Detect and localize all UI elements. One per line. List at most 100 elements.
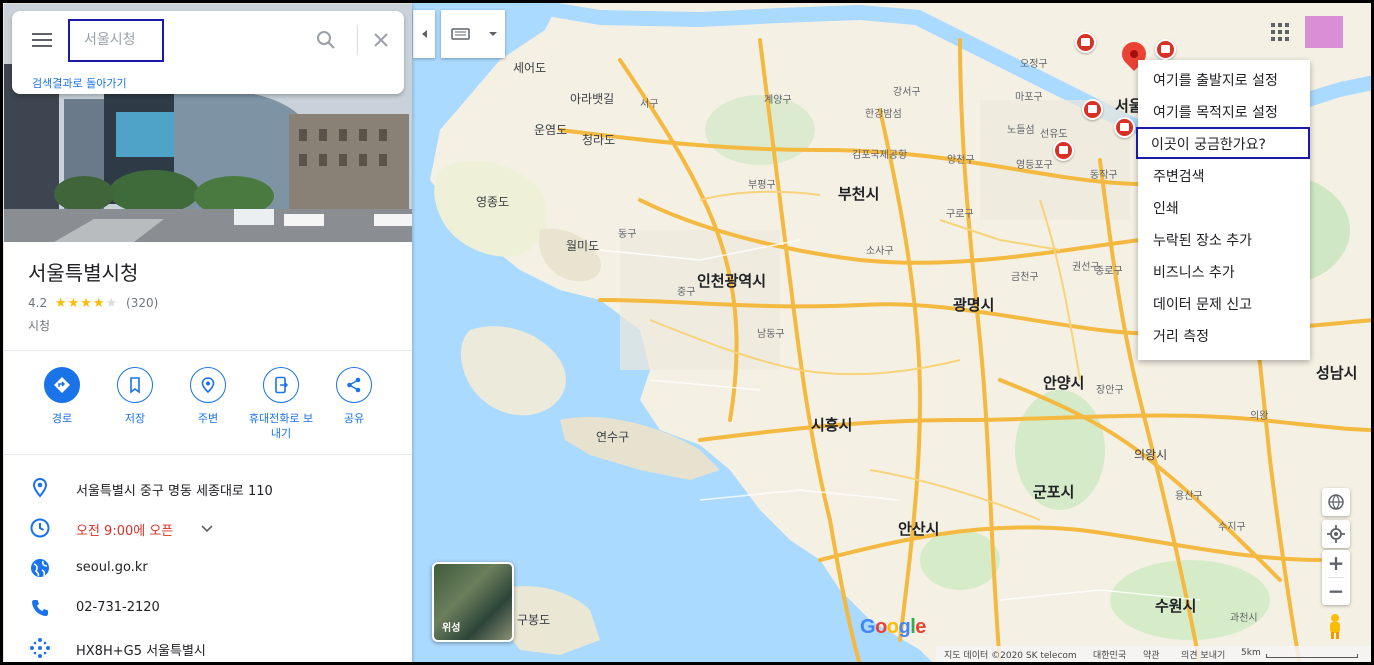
map-city-label[interactable]: 부천시 xyxy=(838,183,879,204)
country-link[interactable]: 대한민국 xyxy=(1093,648,1126,661)
chevron-down-icon[interactable] xyxy=(200,524,214,534)
satellite-label: 위성 xyxy=(442,623,461,634)
landmark-marker-icon[interactable] xyxy=(1075,32,1096,53)
map-area-label[interactable]: 연수구 xyxy=(596,428,629,445)
map-district-label[interactable]: 구로구 xyxy=(946,205,974,220)
ctx-measure-distance[interactable]: 거리 측정 xyxy=(1138,319,1310,351)
ctx-print[interactable]: 인쇄 xyxy=(1138,191,1310,223)
map-district-label[interactable]: 한강밤섬 xyxy=(865,105,902,120)
map-district-label[interactable]: 수지구 xyxy=(1218,518,1246,533)
map-district-label[interactable]: 오정구 xyxy=(1020,55,1048,70)
map-area-label[interactable]: 월미도 xyxy=(566,237,599,254)
rating-row[interactable]: 4.2 ★★★★★ (320) xyxy=(28,296,158,311)
search-icon[interactable] xyxy=(312,26,340,54)
map-district-label[interactable]: 마포구 xyxy=(1015,88,1043,103)
map-area-label[interactable]: 의왕시 xyxy=(1134,446,1167,463)
ctx-search-nearby[interactable]: 주변검색 xyxy=(1138,159,1310,191)
map-district-label[interactable]: 노들섬 xyxy=(1007,121,1035,136)
map-city-label[interactable]: 시흥시 xyxy=(811,414,852,435)
map-area-label[interactable]: 아라뱃길 xyxy=(570,90,614,107)
website-row[interactable]: seoul.go.kr xyxy=(28,556,398,580)
map-district-label[interactable]: 영등포구 xyxy=(1016,156,1053,171)
map-district-label[interactable]: 용산구 xyxy=(1175,487,1203,502)
map-district-label[interactable]: 부평구 xyxy=(748,176,776,191)
street-view-pegman-icon[interactable] xyxy=(1324,612,1346,640)
address-row[interactable]: 서울특별시 중구 명동 세종대로 110 xyxy=(28,476,398,500)
zoom-out-button[interactable]: − xyxy=(1322,578,1350,605)
map-district-label[interactable]: 동작구 xyxy=(1090,166,1118,181)
ctx-add-business[interactable]: 비즈니스 추가 xyxy=(1138,255,1310,287)
feedback-link[interactable]: 의견 보내기 xyxy=(1181,648,1225,661)
ctx-report-data-problem[interactable]: 데이터 문제 신고 xyxy=(1138,287,1310,319)
map-district-label[interactable]: 동구 xyxy=(618,225,636,240)
action-buttons: 경로 저장 주변 휴대전화로 보내기 공유 xyxy=(20,367,400,447)
back-to-results-link[interactable]: 검색결과로 돌아가기 xyxy=(32,75,127,91)
ctx-set-destination[interactable]: 여기를 목적지로 설정 xyxy=(1138,95,1310,127)
map-area-label[interactable]: 운염도 xyxy=(534,121,567,138)
map-city-label[interactable]: 수원시 xyxy=(1155,595,1196,616)
map-city-label[interactable]: 광명시 xyxy=(953,294,994,315)
star-filled-icon: ★ xyxy=(92,296,106,311)
star-filled-icon: ★ xyxy=(67,296,81,311)
globe-view-button[interactable] xyxy=(1322,488,1350,516)
map-district-label[interactable]: 소사구 xyxy=(866,242,894,257)
landmark-marker-icon[interactable] xyxy=(1155,39,1176,60)
map-district-label[interactable]: 선유도 xyxy=(1040,125,1068,140)
google-apps-button[interactable] xyxy=(1270,22,1290,42)
map-district-label[interactable]: 장안구 xyxy=(1096,381,1124,396)
map-area-label[interactable]: 세어도 xyxy=(513,59,546,76)
map-district-label[interactable]: 양천구 xyxy=(947,151,975,166)
map-area-label[interactable]: 영종도 xyxy=(476,193,509,210)
map-district-label[interactable]: 권선구 xyxy=(1072,258,1100,273)
landmark-marker-icon[interactable] xyxy=(1114,117,1135,138)
satellite-toggle[interactable]: 위성 xyxy=(432,562,514,642)
scale-label: 5km xyxy=(1241,648,1261,658)
apps-grid-icon xyxy=(1271,23,1289,41)
map-district-label[interactable]: 의왕 xyxy=(1250,407,1268,422)
map-area-label[interactable]: 구봉도 xyxy=(517,611,550,628)
divider xyxy=(4,350,412,351)
plus-code-row[interactable]: HX8H+G5 서울특별시 xyxy=(28,636,398,660)
chevron-down-icon xyxy=(489,32,497,36)
share-button[interactable]: 공유 xyxy=(317,367,391,426)
ctx-set-origin[interactable]: 여기를 출발지로 설정 xyxy=(1138,63,1310,95)
plus-code-text: HX8H+G5 서울특별시 xyxy=(76,644,206,659)
search-input[interactable]: 서울시청 xyxy=(68,19,164,62)
ctx-add-missing-place[interactable]: 누락된 장소 추가 xyxy=(1138,223,1310,255)
map-city-label[interactable]: 안산시 xyxy=(898,518,939,539)
map-area-label[interactable]: 청라도 xyxy=(582,131,615,148)
landmark-marker-icon[interactable] xyxy=(1053,140,1074,161)
map-district-label[interactable]: 강서구 xyxy=(893,83,921,98)
send-to-phone-button[interactable]: 휴대전화로 보내기 xyxy=(244,367,318,441)
map-city-label[interactable]: 안양시 xyxy=(1043,372,1084,393)
save-button[interactable]: 저장 xyxy=(98,367,172,426)
map-district-label[interactable]: 중구 xyxy=(677,283,695,298)
map-city-label[interactable]: 성남시 xyxy=(1316,362,1357,383)
website-text[interactable]: seoul.go.kr xyxy=(76,560,148,575)
hours-text: 오전 9:00에 오픈 xyxy=(76,524,174,539)
hamburger-menu-icon[interactable] xyxy=(32,33,52,49)
map-district-label[interactable]: 금천구 xyxy=(1011,268,1039,283)
landmark-marker-icon[interactable] xyxy=(1082,99,1103,120)
map-district-label[interactable]: 남동구 xyxy=(757,325,785,340)
ctx-whats-here[interactable]: 이곳이 궁금한가요? xyxy=(1136,127,1310,159)
hours-row[interactable]: 오전 9:00에 오픈 xyxy=(28,516,398,540)
input-tools-button[interactable] xyxy=(441,10,505,58)
zoom-in-button[interactable]: + xyxy=(1322,550,1350,577)
directions-button[interactable]: 경로 xyxy=(25,367,99,426)
place-category[interactable]: 시청 xyxy=(28,317,50,334)
collapse-panel-button[interactable] xyxy=(413,10,435,58)
account-avatar[interactable] xyxy=(1305,16,1343,48)
map-district-label[interactable]: 김포국제공항 xyxy=(852,146,907,161)
map-city-label[interactable]: 인천광역시 xyxy=(697,270,766,291)
map-district-label[interactable]: 과천시 xyxy=(1230,609,1258,624)
map-city-label[interactable]: 군포시 xyxy=(1033,481,1074,502)
map-district-label[interactable]: 계양구 xyxy=(764,91,792,106)
phone-row[interactable]: 02-731-2120 xyxy=(28,596,398,620)
map-district-label[interactable]: 서구 xyxy=(640,95,658,110)
terms-link[interactable]: 약관 xyxy=(1143,648,1160,661)
my-location-button[interactable] xyxy=(1322,520,1350,548)
review-count[interactable]: (320) xyxy=(126,296,158,310)
nearby-button[interactable]: 주변 xyxy=(171,367,245,426)
close-icon[interactable] xyxy=(367,26,395,54)
